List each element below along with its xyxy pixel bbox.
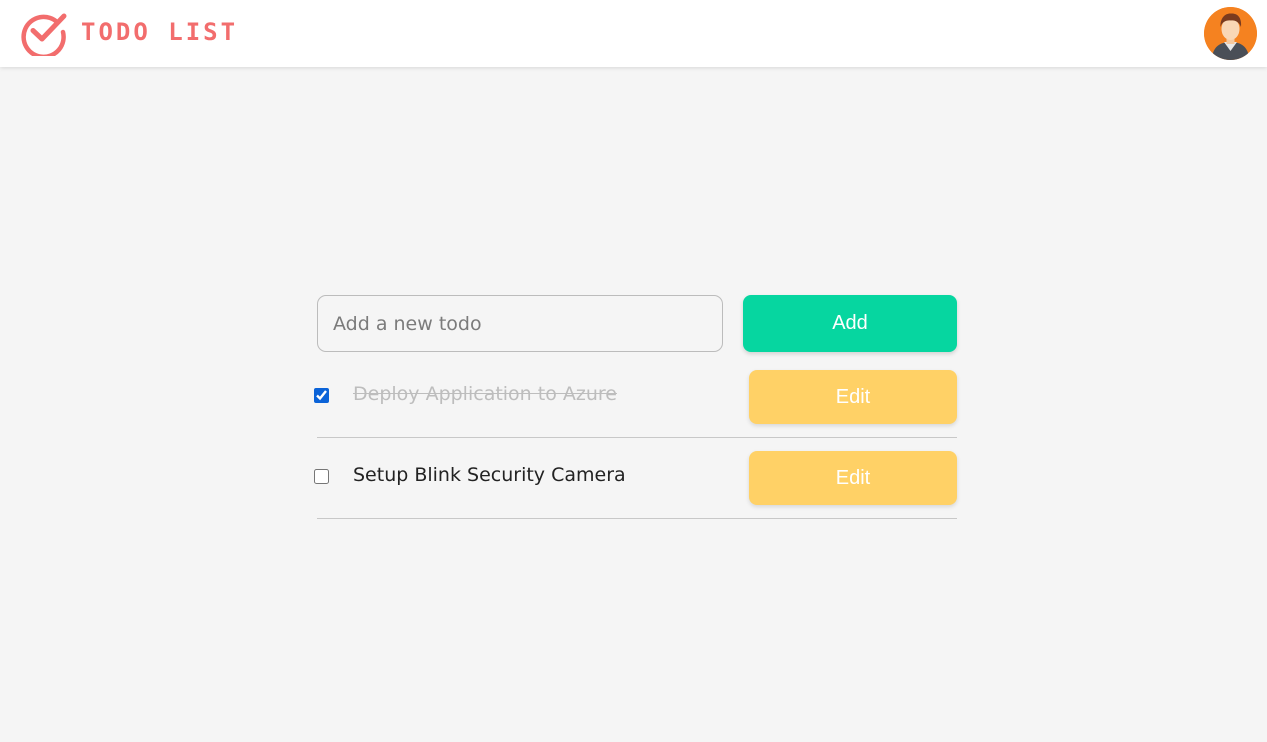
edit-todo-button[interactable]: Edit [749,451,957,505]
add-todo-form: Add [317,295,957,352]
user-avatar-icon[interactable] [1204,7,1257,60]
todo-text: Setup Blink Security Camera [353,464,626,486]
todo-text: Deploy Application to Azure [353,383,617,405]
navbar: TODO LIST [0,0,1267,67]
add-todo-button[interactable]: Add [743,295,957,352]
edit-todo-button[interactable]: Edit [749,370,957,424]
todo-item: Deploy Application to Azure Edit [314,357,957,438]
todo-item: Setup Blink Security Camera Edit [314,438,957,519]
check-circle-icon [21,13,67,56]
brand[interactable]: TODO LIST [19,8,238,56]
todo-complete-checkbox[interactable] [314,388,329,403]
app-title: TODO LIST [81,18,239,46]
todo-list: Deploy Application to Azure Edit Setup B… [314,357,957,519]
todo-complete-checkbox[interactable] [314,469,329,484]
new-todo-input[interactable] [317,295,723,352]
